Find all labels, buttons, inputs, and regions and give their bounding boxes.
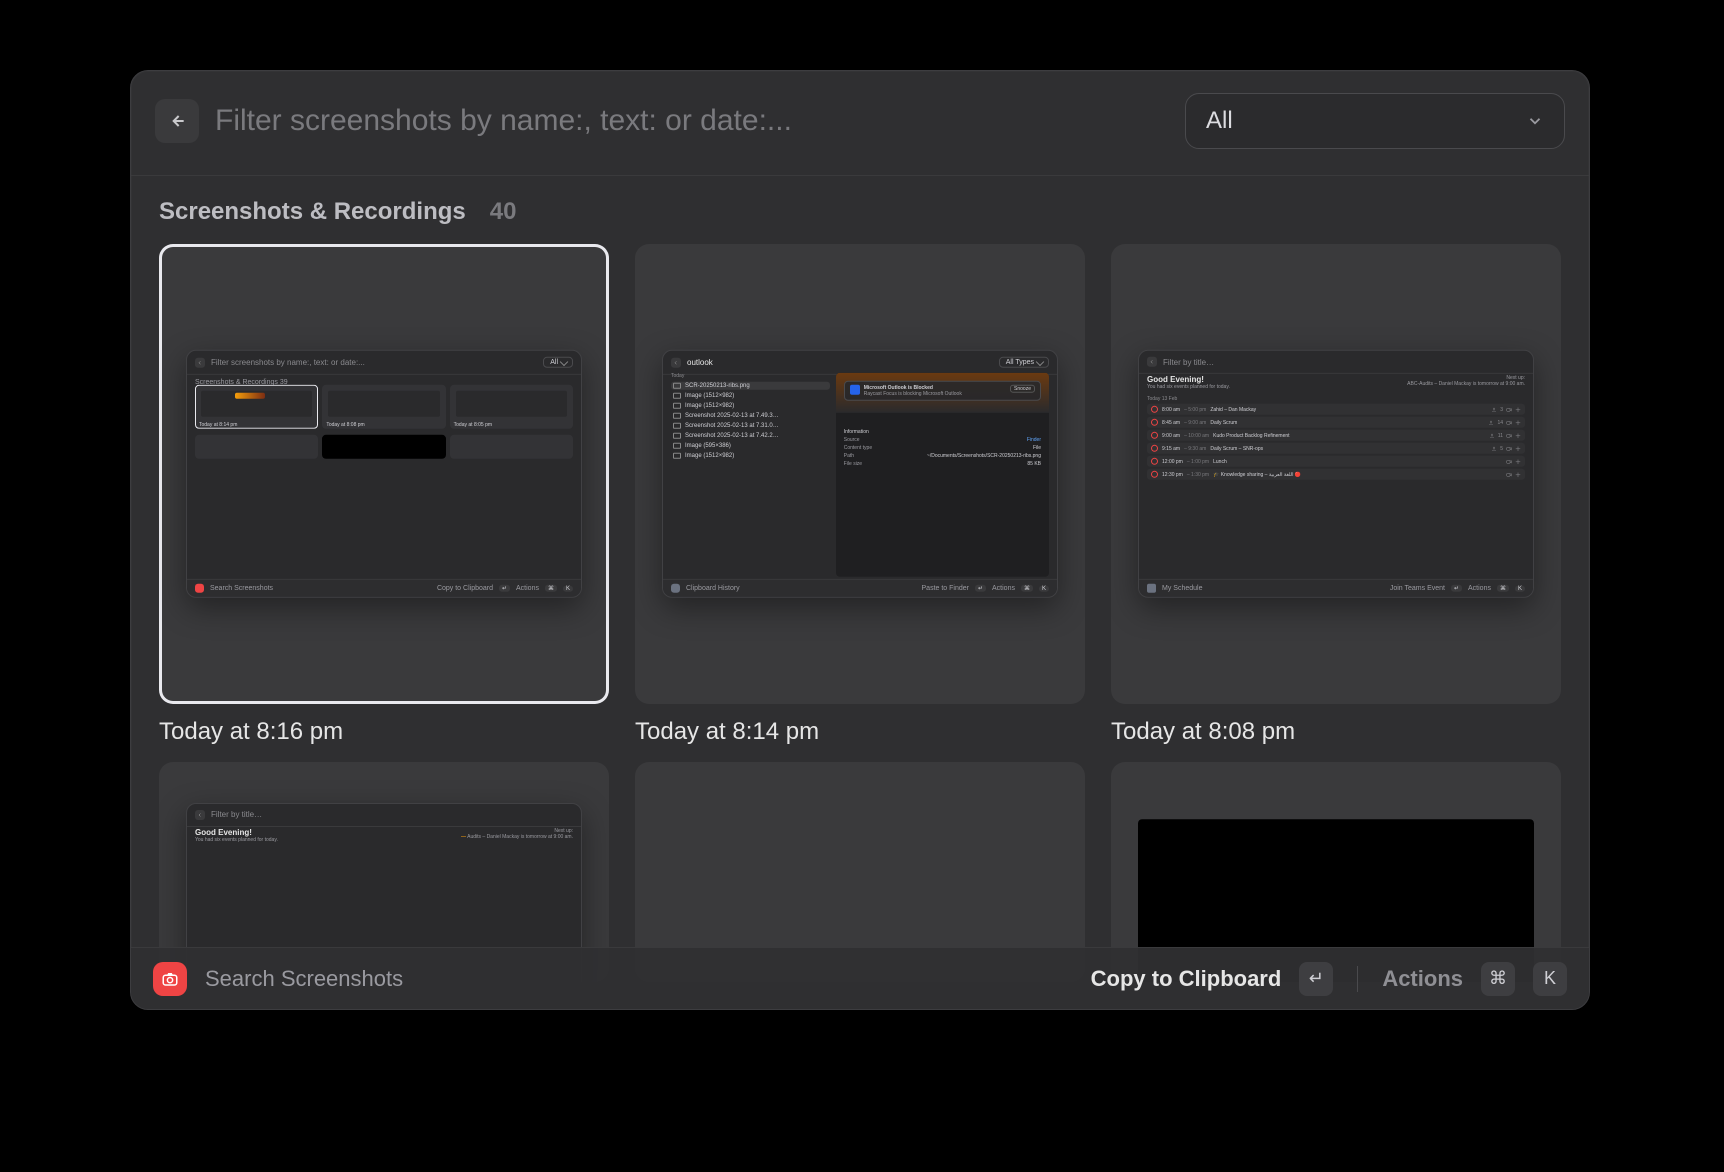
header: All [131, 71, 1589, 171]
enter-key: ↵ [1299, 962, 1333, 996]
result-caption: Today at 8:14 pm [635, 718, 1085, 746]
footer-separator [1357, 966, 1358, 992]
thumbnail-preview: Filter screenshots by name:, text: or da… [186, 350, 582, 598]
command-icon [153, 962, 187, 996]
search-input[interactable] [215, 104, 1169, 138]
result-caption: Today at 8:08 pm [1111, 718, 1561, 746]
thumbnail: outlook All Types Today SCR-20250213-rib… [635, 244, 1085, 704]
arrow-left-icon [167, 111, 187, 131]
camera-icon [161, 970, 179, 988]
result-card[interactable]: outlook All Types Today SCR-20250213-rib… [635, 244, 1085, 746]
result-card[interactable]: Filter screenshots by name:, text: or da… [159, 244, 609, 746]
k-key: K [1533, 962, 1567, 996]
raycast-window: All Screenshots & Recordings 40 Filter s… [130, 70, 1590, 1010]
section-heading: Screenshots & Recordings 40 [131, 176, 1589, 234]
section-title: Screenshots & Recordings [159, 198, 466, 226]
thumbnail-preview: Filter by title… Good Evening! You had s… [1138, 350, 1534, 598]
results-grid: Filter screenshots by name:, text: or da… [131, 234, 1589, 746]
chevron-down-icon [1526, 112, 1544, 130]
type-filter-dropdown[interactable]: All [1185, 93, 1565, 149]
footer: Search Screenshots Copy to Clipboard ↵ A… [131, 947, 1589, 1009]
thumbnail: Filter screenshots by name:, text: or da… [159, 244, 609, 704]
result-caption: Today at 8:16 pm [159, 718, 609, 746]
back-button[interactable] [155, 99, 199, 143]
actions-button[interactable]: Actions [1382, 966, 1463, 992]
primary-action[interactable]: Copy to Clipboard [1091, 966, 1282, 992]
command-name: Search Screenshots [205, 966, 403, 992]
cmd-key: ⌘ [1481, 962, 1515, 996]
search-field[interactable] [215, 104, 1169, 138]
thumbnail-preview: outlook All Types Today SCR-20250213-rib… [662, 350, 1058, 598]
section-count: 40 [490, 198, 517, 226]
type-filter-label: All [1206, 107, 1233, 135]
result-card[interactable]: Filter by title… Good Evening! You had s… [1111, 244, 1561, 746]
thumbnail: Filter by title… Good Evening! You had s… [1111, 244, 1561, 704]
